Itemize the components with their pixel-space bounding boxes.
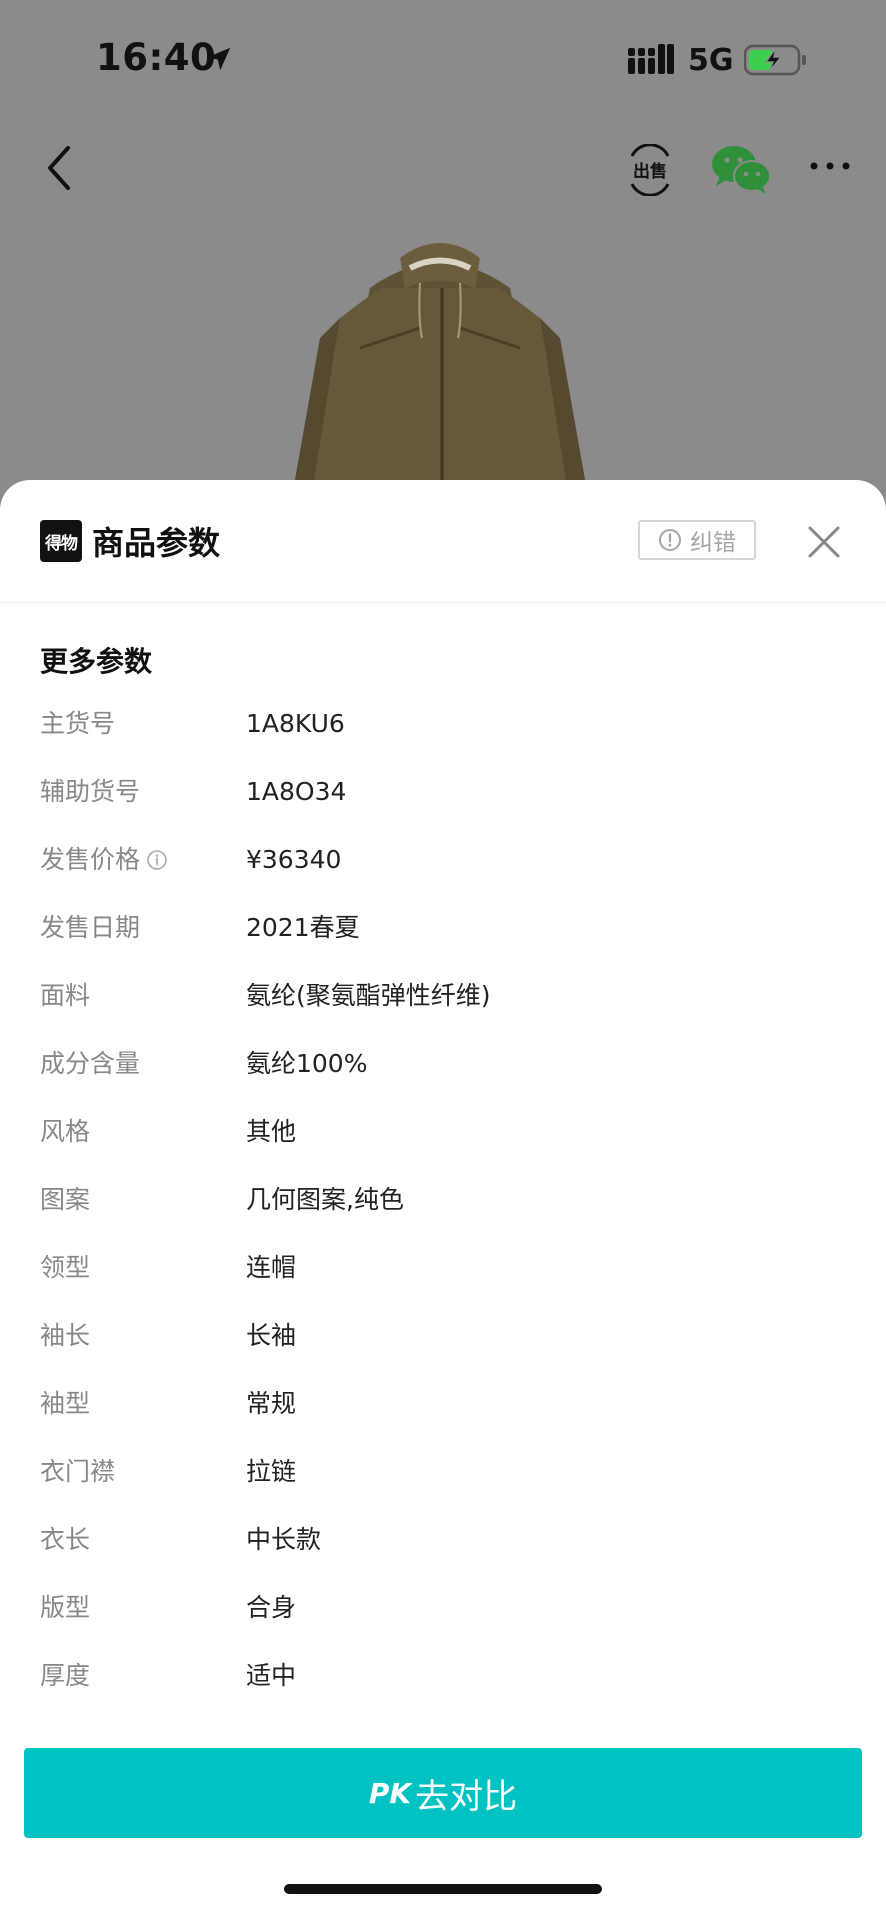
param-value: 1A8KU6 [246,709,345,738]
param-row: 衣门襟 拉链 [0,1438,886,1506]
param-value: 其他 [246,1117,297,1146]
close-icon[interactable] [806,524,842,560]
section-title: 更多参数 [40,645,153,678]
param-label: 发售价格 [40,826,168,894]
param-value: 中长款 [246,1525,322,1554]
back-icon[interactable] [40,142,76,194]
param-label: 主货号 [40,690,115,758]
param-label-text: 发售日期 [40,913,141,942]
param-label: 成分含量 [40,1030,140,1098]
param-row: 袖长 长袖 [0,1302,886,1370]
param-value: 氨纶(聚氨酯弹性纤维) [246,981,491,1010]
exclamation-circle-icon [659,529,681,551]
param-value: 1A8O34 [246,777,347,806]
param-label: 袖型 [40,1370,90,1438]
param-value: ¥36340 [246,845,342,874]
param-row: 发售价格 ¥36340 [0,826,886,894]
network-type: 5G [688,43,734,78]
param-label-text: 面料 [40,981,91,1010]
param-value: 适中 [246,1661,297,1690]
wechat-icon[interactable] [710,142,772,196]
report-error-button[interactable]: 纠错 [638,520,756,560]
param-label: 厚度 [40,1642,90,1710]
param-row: 面料 氨纶(聚氨酯弹性纤维) [0,962,886,1030]
param-value: 氨纶100% [246,1049,368,1078]
param-label-text: 袖型 [40,1389,91,1418]
pk-prefix: PK [368,1776,412,1810]
param-label-text: 发售价格 [40,845,141,874]
param-value: 几何图案,纯色 [246,1185,404,1214]
location-arrow-icon [207,47,231,71]
param-label: 版型 [40,1574,90,1642]
param-label: 衣长 [40,1506,90,1574]
report-error-label: 纠错 [690,530,736,556]
param-row: 衣长 中长款 [0,1506,886,1574]
param-label-text: 领型 [40,1253,91,1282]
param-label: 领型 [40,1234,90,1302]
param-value: 合身 [246,1593,297,1622]
param-row: 辅助货号 1A8O34 [0,758,886,826]
sheet-title: 商品参数 [92,524,221,562]
param-value: 连帽 [246,1253,297,1282]
param-label: 袖长 [40,1302,90,1370]
signal-icon [628,44,674,74]
pk-compare-label: 去对比 [415,1776,518,1817]
param-label: 辅助货号 [40,758,140,826]
sheet-header: 得物 商品参数 纠错 [0,480,886,603]
param-row: 版型 合身 [0,1574,886,1642]
param-row: 成分含量 氨纶100% [0,1030,886,1098]
param-label-text: 辅助货号 [40,777,141,806]
product-params-sheet: 得物 商品参数 纠错 更多参数 主货号 1A8KU6 辅助货号 1A8O34 发售价格 ¥… [0,480,886,1920]
param-label-text: 袖长 [40,1321,91,1350]
dewu-logo: 得物 [40,520,82,562]
param-label-text: 版型 [40,1593,91,1622]
param-label-text: 衣长 [40,1525,91,1554]
param-label: 衣门襟 [40,1438,115,1506]
param-label-text: 衣门襟 [40,1457,116,1486]
more-icon[interactable] [808,150,852,182]
param-row: 主货号 1A8KU6 [0,690,886,758]
param-row: 图案 几何图案,纯色 [0,1166,886,1234]
param-label: 面料 [40,962,90,1030]
param-row: 风格 其他 [0,1098,886,1166]
param-label-text: 风格 [40,1117,91,1146]
param-row: 发售日期 2021春夏 [0,894,886,962]
product-image [293,243,587,490]
param-value: 2021春夏 [246,913,360,942]
param-label-text: 图案 [40,1185,91,1214]
param-value: 拉链 [246,1457,297,1486]
sell-icon[interactable]: 出售 [626,144,674,196]
battery-charging-icon [744,44,806,76]
param-row: 厚度 适中 [0,1642,886,1710]
params-list: 主货号 1A8KU6 辅助货号 1A8O34 发售价格 ¥36340 发售日期 2021春夏面… [0,690,886,1710]
param-value: 常规 [246,1389,297,1418]
param-label-text: 厚度 [40,1661,91,1690]
sell-icon-text: 出售 [633,161,667,182]
home-indicator [284,1884,602,1894]
param-value: 长袖 [246,1321,297,1350]
param-label-text: 成分含量 [40,1049,141,1078]
param-label: 图案 [40,1166,90,1234]
param-label: 发售日期 [40,894,140,962]
param-label: 风格 [40,1098,90,1166]
background-page: 16:40 5G 出售 [0,0,886,490]
param-row: 领型 连帽 [0,1234,886,1302]
pk-compare-button[interactable]: PK 去对比 [24,1748,862,1838]
param-label-text: 主货号 [40,709,116,738]
status-time: 16:40 [96,36,217,79]
param-row: 袖型 常规 [0,1370,886,1438]
info-icon[interactable] [146,849,168,871]
